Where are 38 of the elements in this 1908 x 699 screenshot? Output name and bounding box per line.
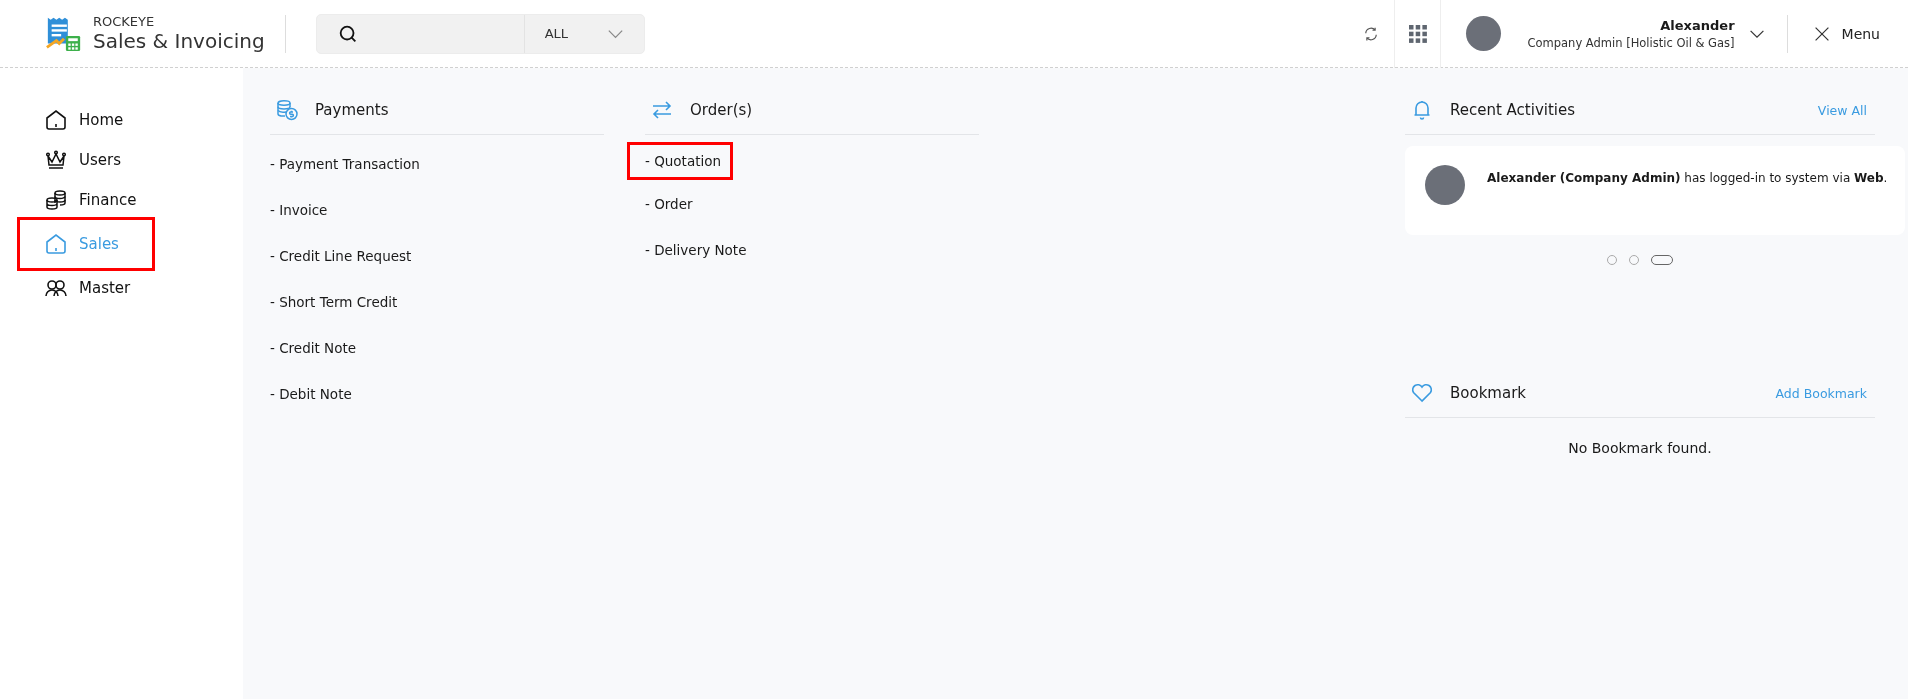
sidebar-item[interactable]: Home [17, 102, 155, 138]
brand-name: ROCKEYE [93, 15, 156, 30]
menu-link[interactable]: - Delivery Note [642, 235, 750, 265]
home-icon [44, 108, 68, 132]
user-name: Alexander [1660, 17, 1735, 33]
heart-icon [1410, 381, 1434, 405]
user-role: Company Admin [Holistic Oil & Gas] [1527, 35, 1735, 50]
menu-link[interactable]: - Short Term Credit [267, 287, 401, 317]
home-icon [44, 232, 68, 256]
scope-dropdown[interactable]: ALL [523, 14, 644, 53]
grid-icon [1409, 24, 1427, 43]
panel-title: Recent Activities [1450, 101, 1577, 119]
panel-title: Bookmark [1450, 384, 1527, 402]
menu-link[interactable]: - Quotation [627, 142, 734, 180]
sidebar-item[interactable]: Users [17, 142, 155, 178]
app-title: Sales & Invoicing [93, 29, 265, 52]
section-title: Payments [315, 101, 389, 119]
user-avatar [1425, 165, 1465, 205]
menu-link[interactable]: - Order [642, 189, 696, 219]
menu-button[interactable]: Menu [1809, 21, 1884, 46]
search-field[interactable]: ALL [315, 13, 645, 54]
coins-icon [44, 188, 68, 212]
empty-message: No Bookmark found. [1567, 440, 1713, 456]
sidebar-item[interactable]: Master [17, 270, 155, 306]
crown-icon [44, 148, 68, 172]
menu-link[interactable]: - Credit Line Request [267, 241, 415, 271]
sidebar-item[interactable]: Finance [17, 182, 155, 218]
section-title: Order(s) [690, 101, 753, 119]
user-avatar [1466, 16, 1502, 51]
menu-link[interactable]: - Invoice [267, 195, 331, 225]
close-icon [1813, 25, 1830, 42]
chevron-down-icon[interactable] [1748, 28, 1765, 39]
chevron-down-icon [606, 28, 624, 39]
menu-link[interactable]: - Debit Note [267, 379, 355, 409]
menu-link[interactable]: - Credit Note [267, 333, 359, 363]
activity-text: Alexander (Company Admin) has logged-in to system via Web. [1487, 171, 1888, 185]
menu-link[interactable]: - Payment Transaction [267, 149, 423, 179]
coins-dollar-icon [275, 98, 299, 122]
